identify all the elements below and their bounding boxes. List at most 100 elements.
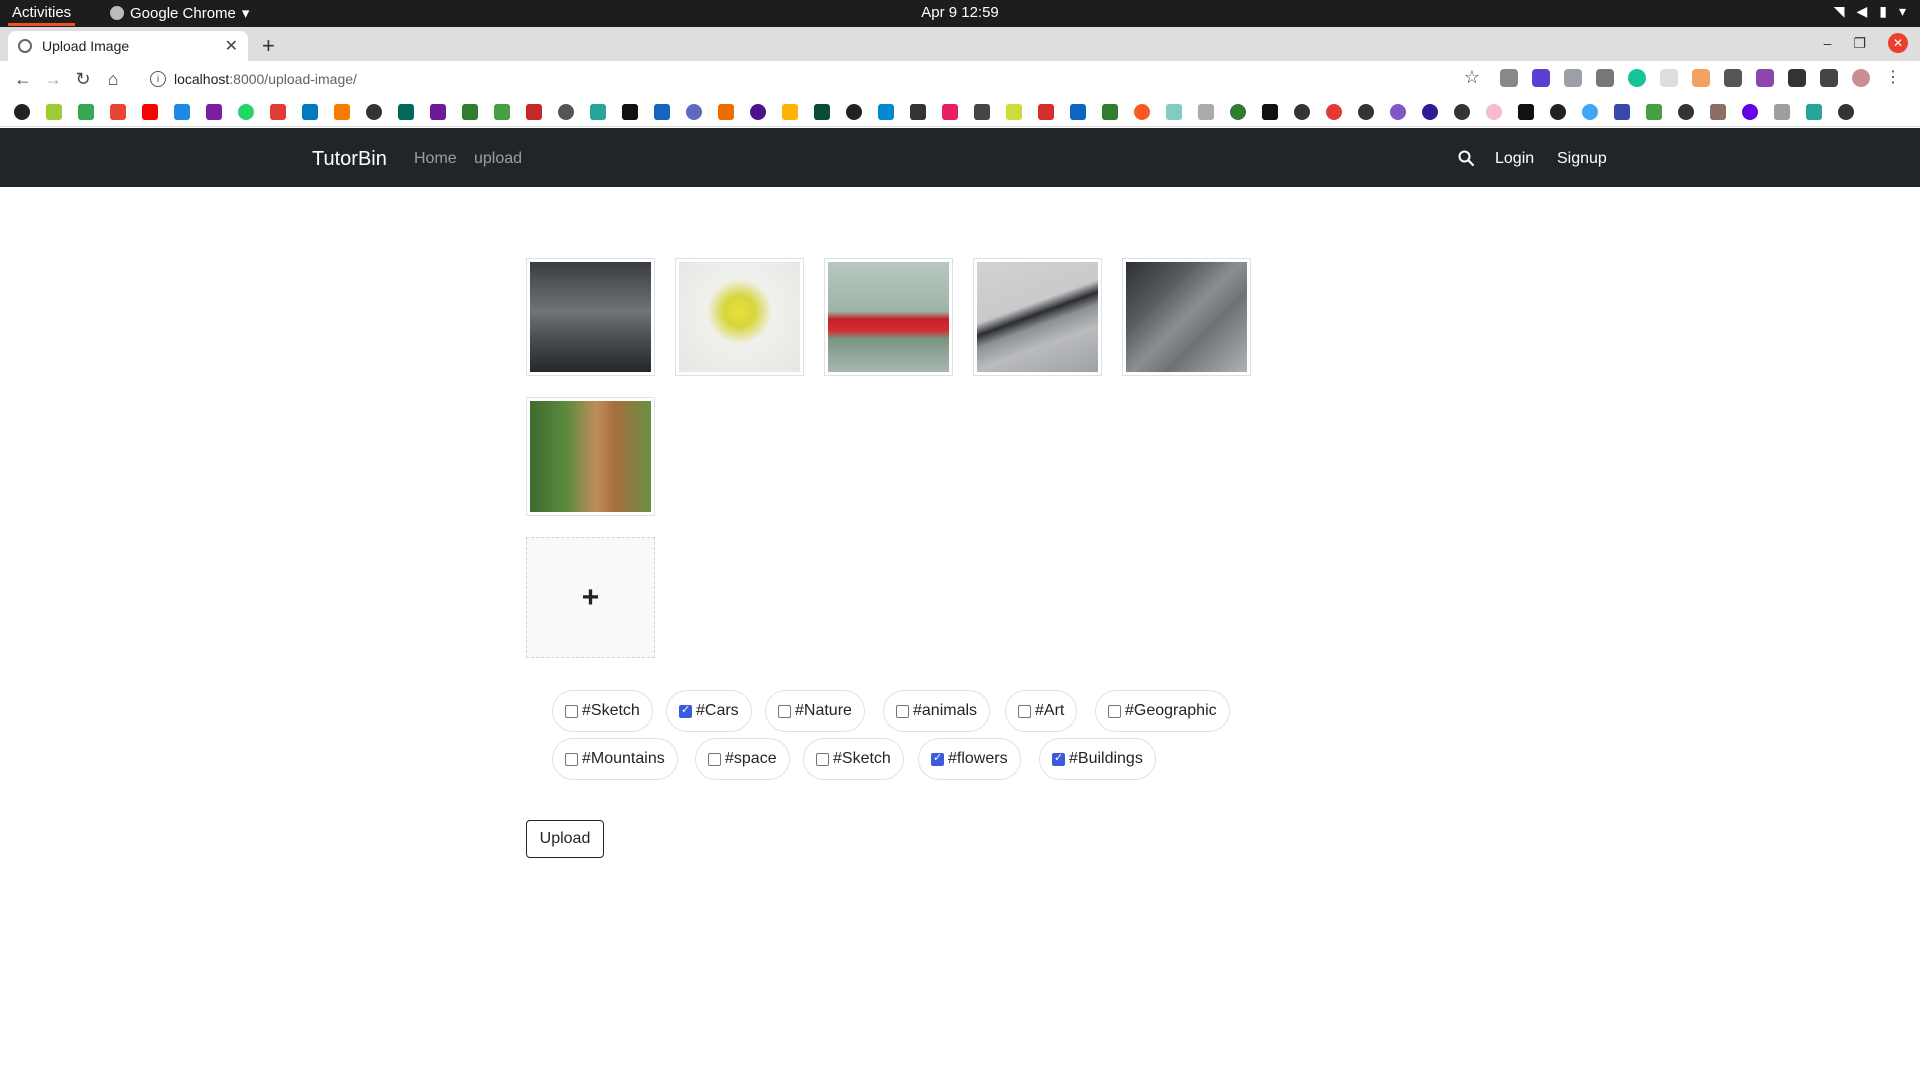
checkbox[interactable] [778,704,791,718]
bookmark-icon[interactable] [1454,103,1470,120]
upload-button[interactable]: Upload [526,820,604,858]
bookmark-icon[interactable] [1678,103,1694,120]
bookmark-icon[interactable] [46,103,62,120]
bookmark-icon[interactable] [1550,103,1566,120]
tag-checkbox[interactable]: #flowers [918,738,1021,780]
bookmark-icon[interactable] [1422,103,1438,120]
search-icon[interactable] [1458,150,1474,166]
bookmark-icon[interactable] [1294,103,1310,120]
bookmark-icon[interactable] [622,103,638,120]
bookmark-icon[interactable] [1486,103,1502,120]
extension-icon[interactable] [1724,69,1742,87]
checkbox[interactable] [679,703,692,718]
checkbox[interactable] [1052,751,1065,766]
extension-icon[interactable] [1788,69,1806,87]
tag-checkbox[interactable]: #space [695,738,790,780]
restore-icon[interactable]: ❐ [1853,35,1866,52]
extension-icon[interactable] [1660,69,1678,87]
bookmark-icon[interactable] [1614,103,1630,120]
bookmark-star-icon[interactable]: ☆ [1464,67,1480,88]
checkbox[interactable] [896,704,909,718]
bookmark-icon[interactable] [686,103,702,120]
bookmark-icon[interactable] [558,103,574,120]
bookmark-icon[interactable] [238,103,254,120]
bookmark-icon[interactable] [1838,103,1854,120]
tag-checkbox[interactable]: #Mountains [552,738,678,780]
forward-icon[interactable]: → [38,69,68,90]
back-icon[interactable]: ← [8,69,38,90]
browser-tab[interactable]: Upload Image ✕ [8,31,248,61]
bookmark-icon[interactable] [398,103,414,120]
checkbox[interactable] [565,752,578,766]
checkbox[interactable] [931,751,944,766]
tag-checkbox[interactable]: #Cars [666,690,752,732]
new-tab-button[interactable]: + [262,33,275,59]
tag-checkbox[interactable]: #Sketch [552,690,653,732]
close-tab-icon[interactable]: ✕ [225,36,238,56]
bookmark-icon[interactable] [1390,103,1406,120]
extension-icon[interactable] [1596,69,1614,87]
checkbox[interactable] [708,752,721,766]
checkbox[interactable] [565,704,578,718]
bookmark-icon[interactable] [878,103,894,120]
bookmark-icon[interactable] [1262,103,1278,120]
tag-checkbox[interactable]: #Geographic [1095,690,1230,732]
tag-checkbox[interactable]: #Buildings [1039,738,1156,780]
bookmark-icon[interactable] [1358,103,1374,120]
image-thumbnail[interactable] [526,258,655,376]
bookmark-icon[interactable] [942,103,958,120]
extension-icon[interactable] [1532,69,1550,87]
bookmark-icon[interactable] [1198,103,1214,120]
activities-button[interactable]: Activities [7,4,76,26]
close-window-icon[interactable]: ✕ [1888,33,1908,53]
bookmark-icon[interactable] [1518,103,1534,120]
tag-checkbox[interactable]: #Nature [765,690,865,732]
bookmark-icon[interactable] [1806,103,1822,120]
bookmark-icon[interactable] [1134,103,1150,120]
bookmark-icon[interactable] [814,103,830,120]
extension-icon[interactable] [1692,69,1710,87]
bookmark-icon[interactable] [1774,103,1790,120]
bookmark-icon[interactable] [206,103,222,120]
bookmark-icon[interactable] [1102,103,1118,120]
minimize-icon[interactable]: – [1824,35,1832,51]
image-thumbnail[interactable] [824,258,953,376]
image-thumbnail[interactable] [973,258,1102,376]
bookmark-icon[interactable] [78,103,94,120]
image-thumbnail[interactable] [1122,258,1251,376]
address-bar[interactable]: i localhost:8000/upload-image/ ☆ [140,65,1480,93]
extension-icon[interactable] [1756,69,1774,87]
bookmark-icon[interactable] [366,103,382,120]
bookmark-icon[interactable] [270,103,286,120]
extension-icon[interactable] [1500,69,1518,87]
bookmark-icon[interactable] [14,103,30,120]
brand-logo[interactable]: TutorBin [312,148,387,171]
bookmark-icon[interactable] [1038,103,1054,120]
puzzle-icon[interactable] [1820,69,1838,87]
bookmark-icon[interactable] [974,103,990,120]
system-tray[interactable]: ◥ ◀ ▮ ▾ [1834,3,1906,20]
bookmark-icon[interactable] [910,103,926,120]
login-link[interactable]: Login [1495,150,1534,168]
bookmark-icon[interactable] [142,103,158,120]
bookmark-icon[interactable] [174,103,190,120]
checkbox[interactable] [1018,704,1031,718]
menu-icon[interactable]: ⋮ [1884,69,1902,87]
tag-checkbox[interactable]: #Sketch [803,738,904,780]
bookmark-icon[interactable] [1230,103,1246,120]
reload-icon[interactable]: ↻ [68,69,98,90]
bookmark-icon[interactable] [1582,103,1598,120]
tag-checkbox[interactable]: #animals [883,690,991,732]
bookmark-icon[interactable] [430,103,446,120]
info-icon[interactable]: i [150,71,166,87]
bookmark-icon[interactable] [110,103,126,120]
avatar[interactable] [1852,69,1870,87]
bookmark-icon[interactable] [750,103,766,120]
extension-icon[interactable] [1564,69,1582,87]
bookmark-icon[interactable] [462,103,478,120]
bookmark-icon[interactable] [1326,103,1342,120]
extension-icon[interactable] [1628,69,1646,87]
image-thumbnail[interactable] [526,397,655,516]
bookmark-icon[interactable] [1070,103,1086,120]
home-icon[interactable]: ⌂ [98,69,128,90]
